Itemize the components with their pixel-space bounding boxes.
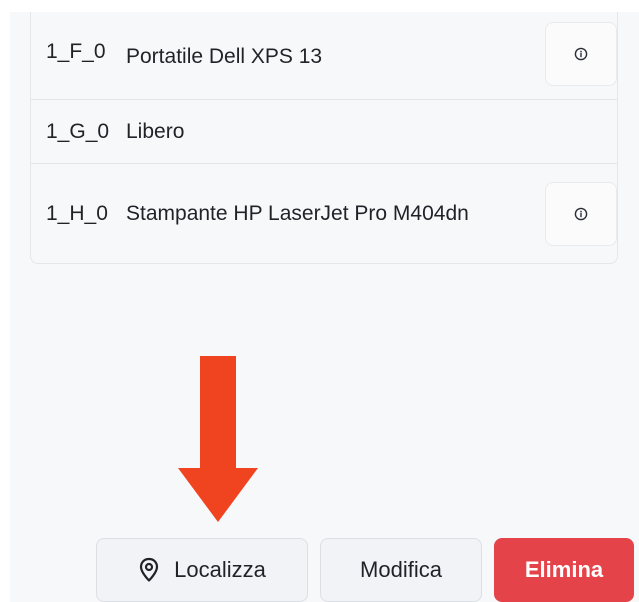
info-circle-icon bbox=[574, 207, 588, 221]
delete-button-label: Elimina bbox=[524, 557, 604, 582]
row-code: 1_F_0 bbox=[46, 40, 106, 63]
info-circle-icon bbox=[574, 47, 588, 61]
delete-button[interactable]: Elimina bbox=[494, 538, 634, 602]
row-code: 1_H_0 bbox=[46, 201, 108, 225]
info-button[interactable] bbox=[545, 182, 617, 246]
row-name: Stampante HP LaserJet Pro M404dn bbox=[126, 201, 469, 225]
map-pin-icon bbox=[140, 557, 159, 582]
table-row: 1_H_0 Stampante HP LaserJet Pro M404dn bbox=[31, 164, 617, 263]
action-bar: Localizza Modifica Elimina bbox=[96, 538, 634, 602]
row-name: Libero bbox=[126, 119, 185, 143]
table-row: 1_G_0 Libero bbox=[31, 100, 617, 164]
row-name: Portatile Dell XPS 13 bbox=[126, 45, 323, 68]
arrow-down-icon bbox=[178, 356, 258, 522]
items-table: 1_F_0 Portatile Dell XPS 13 1_G_0 Libero… bbox=[30, 12, 618, 264]
detail-panel: 1_F_0 Portatile Dell XPS 13 1_G_0 Libero… bbox=[10, 12, 639, 602]
locate-button[interactable]: Localizza bbox=[96, 538, 308, 602]
edit-button-label: Modifica bbox=[360, 557, 442, 582]
row-code: 1_G_0 bbox=[46, 119, 110, 143]
locate-button-label: Localizza bbox=[174, 557, 266, 582]
edit-button[interactable]: Modifica bbox=[320, 538, 482, 602]
info-button[interactable] bbox=[545, 22, 617, 86]
table-row: 1_F_0 Portatile Dell XPS 13 bbox=[31, 12, 617, 100]
